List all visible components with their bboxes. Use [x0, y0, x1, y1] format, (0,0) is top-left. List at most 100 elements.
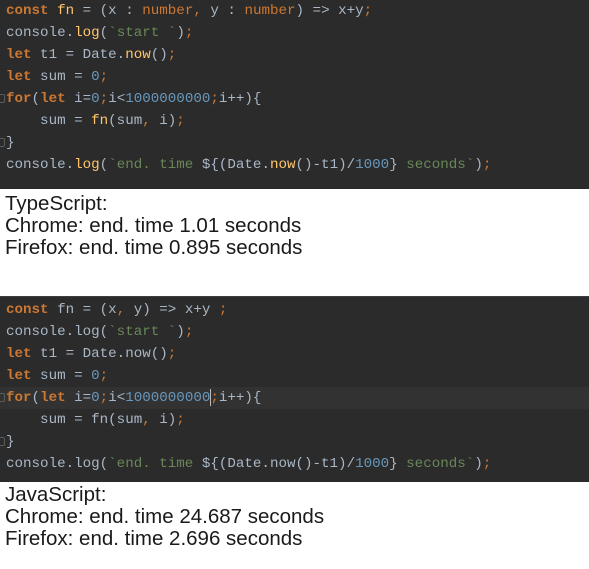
code-line[interactable]: sum = fn(sum, i); — [0, 110, 589, 132]
code-token: i++){ — [218, 91, 262, 107]
code-token: `start ` — [108, 324, 177, 340]
code-token: now — [125, 47, 151, 63]
code-token: for — [6, 91, 32, 107]
code-token: now — [269, 157, 296, 173]
code-token: (sum — [108, 113, 143, 129]
code-token: ; — [167, 47, 177, 63]
code-token: } — [389, 456, 398, 472]
code-token: fn — [48, 3, 75, 19]
fold-marker-icon[interactable] — [0, 393, 5, 402]
code-token: i< — [108, 390, 126, 406]
code-token: sum = fn(sum — [6, 412, 143, 428]
code-token: log — [74, 157, 100, 173]
code-line[interactable]: sum = fn(sum, i); — [0, 409, 589, 431]
code-token: seconds` — [397, 456, 475, 472]
code-token: const — [6, 302, 49, 318]
code-token: i= — [65, 390, 92, 406]
code-token: ; — [99, 91, 109, 107]
code-token: number — [142, 3, 194, 19]
code-token: number — [244, 3, 296, 19]
code-token: ; — [210, 91, 219, 107]
chrome-result: Chrome: end. time 24.687 seconds — [5, 505, 325, 528]
code-token: for — [6, 390, 32, 406]
code-token: 1000 — [355, 157, 390, 173]
code-line[interactable]: let t1 = Date.now(); — [0, 44, 589, 66]
code-token: ${(Date. — [201, 157, 270, 173]
code-token: seconds` — [397, 157, 475, 173]
code-token: ; — [363, 3, 373, 19]
code-token: y : — [201, 3, 245, 19]
code-line[interactable]: console.log(`start `); — [0, 321, 589, 343]
code-line[interactable]: console.log(`end. time ${(Date.now()-t1)… — [0, 154, 589, 176]
code-line[interactable]: } — [0, 132, 589, 154]
code-token: ) => x+y — [295, 3, 364, 19]
code-token: 1000 — [355, 456, 390, 472]
typescript-results: TypeScript: Chrome: end. time 1.01 secon… — [5, 193, 302, 259]
code-token: ) — [176, 25, 185, 41]
chrome-result: Chrome: end. time 1.01 seconds — [5, 214, 302, 237]
code-token: let — [40, 91, 66, 107]
code-line[interactable]: let t1 = Date.now(); — [0, 343, 589, 365]
code-token: let — [6, 47, 32, 63]
code-line[interactable]: console.log(`start `); — [0, 22, 589, 44]
results-heading: TypeScript: — [5, 192, 108, 215]
code-token: 0 — [91, 368, 100, 384]
code-token: let — [6, 368, 32, 384]
code-token: , — [193, 3, 202, 19]
code-line[interactable]: console.log(`end. time ${(Date.now()-t1)… — [0, 453, 589, 475]
code-token: , — [142, 113, 151, 129]
code-token: let — [40, 390, 66, 406]
code-token: ()-t1)/ — [295, 157, 356, 173]
code-token: log — [74, 25, 100, 41]
code-line[interactable]: const fn = (x : number, y : number) => x… — [0, 0, 589, 22]
code-token: ( — [99, 25, 109, 41]
code-token: } — [389, 157, 398, 173]
code-token: sum = — [6, 113, 92, 129]
firefox-result: Firefox: end. time 0.895 seconds — [5, 236, 303, 259]
code-token: const — [6, 3, 49, 19]
code-line[interactable]: } — [0, 431, 589, 453]
code-line[interactable]: let sum = 0; — [0, 365, 589, 387]
fold-marker-icon[interactable] — [0, 138, 5, 147]
fold-marker-icon[interactable] — [0, 437, 5, 446]
code-token: ; — [99, 368, 109, 384]
code-line[interactable]: let sum = 0; — [0, 66, 589, 88]
code-token: ; — [176, 113, 185, 129]
firefox-result: Firefox: end. time 2.696 seconds — [5, 527, 303, 550]
code-token: let — [6, 346, 32, 362]
javascript-results: JavaScript: Chrome: end. time 24.687 sec… — [5, 484, 324, 550]
code-token: let — [6, 69, 32, 85]
code-token: () — [150, 47, 168, 63]
code-token: `start ` — [108, 25, 177, 41]
fold-marker-icon[interactable] — [0, 94, 5, 103]
code-token: ( — [31, 390, 41, 406]
code-token: } — [6, 434, 15, 450]
code-token: console.log( — [6, 456, 109, 472]
typescript-code-editor[interactable]: const fn = (x : number, y : number) => x… — [0, 0, 589, 189]
code-line[interactable]: for(let i=0;i<1000000000;i++){ — [0, 387, 589, 409]
code-token: ; — [210, 390, 219, 406]
code-token: ; — [99, 69, 109, 85]
code-token: ; — [184, 324, 194, 340]
code-token: ) — [474, 456, 483, 472]
code-token: fn — [91, 113, 109, 129]
javascript-code-editor[interactable]: const fn = (x, y) => x+y ; console.log(`s… — [0, 296, 589, 482]
code-token: = (x : — [74, 3, 143, 19]
code-line[interactable]: for(let i=0;i<1000000000;i++){ — [0, 88, 589, 110]
code-line[interactable]: const fn = (x, y) => x+y ; — [0, 299, 589, 321]
code-token: ; — [482, 456, 492, 472]
code-token: ( — [31, 91, 41, 107]
code-token: 1000000000 — [125, 91, 211, 107]
code-token: fn = (x — [48, 302, 117, 318]
code-token: sum = — [31, 368, 92, 384]
code-token: ${(Date.now()-t1)/ — [201, 456, 356, 472]
code-token: y) => x+y — [125, 302, 219, 318]
code-token: console. — [6, 157, 75, 173]
code-token: i= — [65, 91, 92, 107]
code-token: ) — [176, 324, 185, 340]
code-token: `end. time — [108, 456, 202, 472]
code-token: 1000000000 — [125, 390, 211, 406]
code-token: 0 — [91, 91, 100, 107]
code-token: `end. time — [108, 157, 202, 173]
code-token: console. — [6, 25, 75, 41]
